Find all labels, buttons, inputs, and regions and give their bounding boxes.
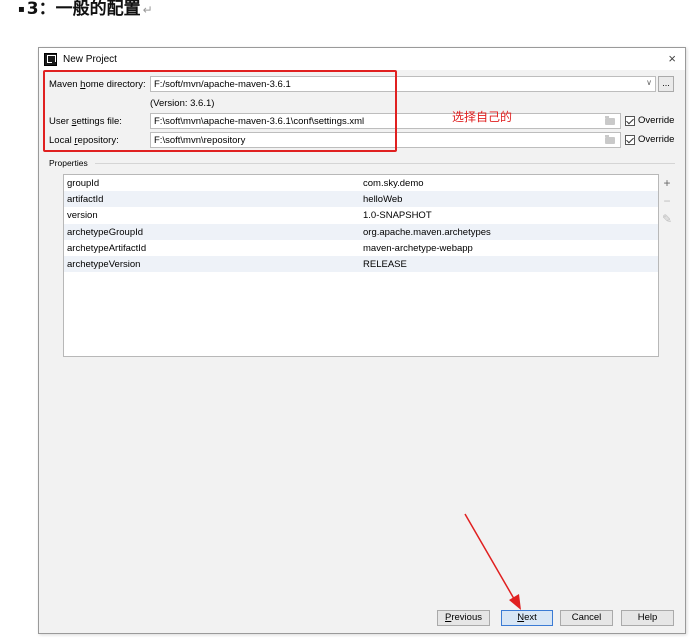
heading-bullet: ▪ [18, 3, 25, 15]
property-key: version [67, 210, 98, 222]
annotation-text: 选择自己的 [452, 110, 513, 124]
checkbox-checked-icon[interactable] [625, 115, 635, 126]
table-row[interactable]: version 1.0-SNAPSHOT [64, 207, 658, 223]
edit-icon[interactable]: ✎ [660, 210, 674, 228]
user-settings-override-checkbox[interactable]: Override [625, 115, 674, 126]
property-key: archetypeArtifactId [67, 242, 147, 254]
table-row[interactable]: archetypeGroupId org.apache.maven.archety… [64, 223, 658, 240]
heading-text: 3：一般的配置 [26, 0, 141, 19]
next-button[interactable]: Next [501, 610, 553, 626]
window-title: New Project [63, 53, 117, 65]
paragraph-mark: ↵ [142, 3, 153, 17]
dialog-button-bar: Previous Next Cancel Help [39, 610, 685, 630]
property-key: archetypeGroupId [67, 226, 144, 238]
property-key: artifactId [67, 194, 104, 206]
table-row[interactable]: archetypeVersion RELEASE [64, 255, 658, 273]
chevron-down-icon[interactable]: ∨ [646, 78, 652, 87]
local-repo-override-checkbox[interactable]: Override [625, 134, 674, 145]
cancel-button[interactable]: Cancel [560, 610, 613, 626]
title-bar: New Project × [39, 48, 685, 70]
folder-icon[interactable] [605, 135, 615, 144]
property-value: helloWeb [363, 194, 403, 206]
red-annotation-arrow [464, 513, 521, 610]
property-value: maven-archetype-webapp [363, 242, 473, 254]
checkbox-checked-icon[interactable] [625, 134, 635, 145]
help-button[interactable]: Help [621, 610, 674, 626]
property-value: 1.0-SNAPSHOT [363, 210, 432, 222]
new-project-dialog: New Project × Maven home directory: F:/s… [38, 47, 686, 634]
document-heading: ▪ 3：一般的配置 ↵ [18, 0, 153, 19]
red-highlight-box [43, 70, 397, 152]
properties-divider [95, 163, 675, 164]
add-icon[interactable]: + [660, 174, 674, 192]
close-icon[interactable]: × [668, 51, 676, 66]
table-row[interactable]: archetypeArtifactId maven-archetype-webap… [64, 240, 658, 256]
property-key: archetypeVersion [67, 258, 141, 270]
table-row[interactable]: groupId com.sky.demo [64, 175, 658, 191]
intellij-app-icon [44, 52, 57, 66]
override-label: Override [638, 115, 675, 126]
remove-icon[interactable]: − [660, 192, 674, 210]
property-value: com.sky.demo [363, 178, 424, 189]
property-value: org.apache.maven.archetypes [363, 226, 491, 238]
table-row[interactable]: artifactId helloWeb [64, 191, 658, 208]
previous-button[interactable]: Previous [437, 610, 490, 626]
properties-label: Properties [49, 158, 88, 168]
properties-toolbar: + − ✎ [660, 174, 674, 228]
property-value: RELEASE [363, 258, 407, 270]
maven-home-browse-button[interactable]: ... [658, 76, 674, 92]
override-label: Override [638, 134, 675, 145]
properties-table[interactable]: groupId com.sky.demo artifactId helloWeb v… [63, 174, 659, 357]
folder-icon[interactable] [605, 116, 615, 125]
property-key: groupId [67, 178, 100, 189]
